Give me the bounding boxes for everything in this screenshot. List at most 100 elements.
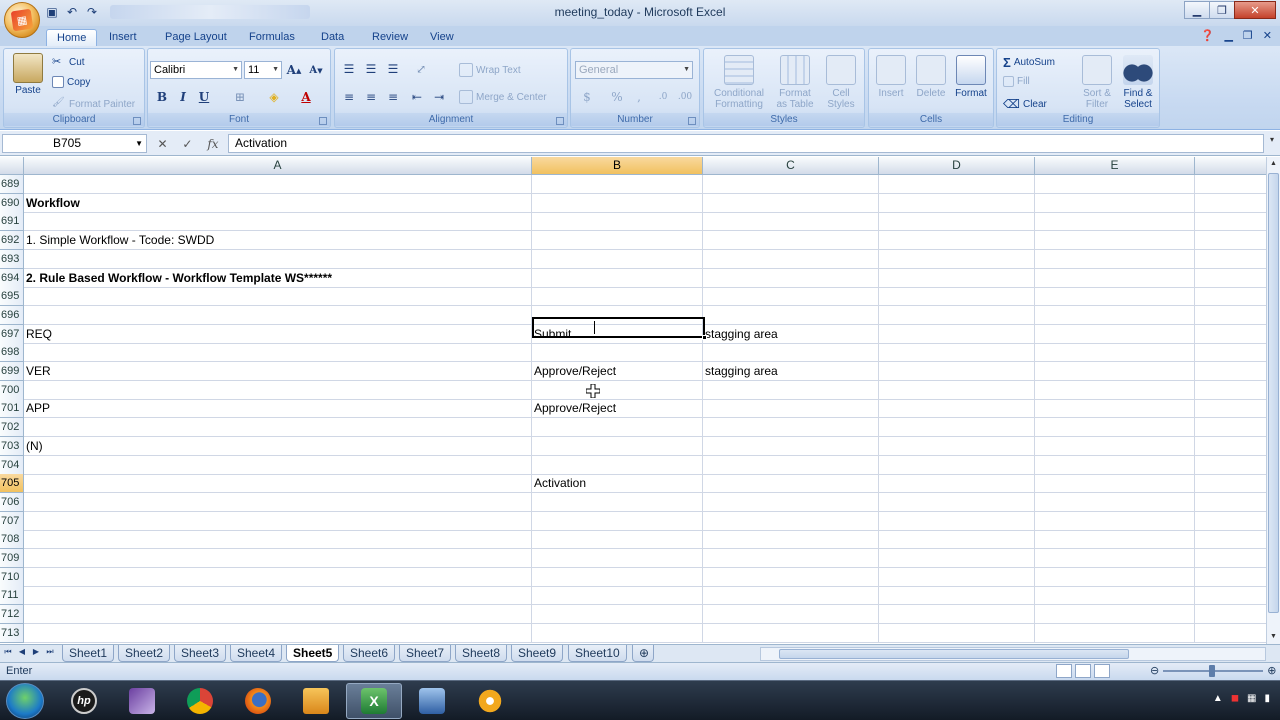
cell-a[interactable]: 1. Simple Workflow - Tcode: SWDD: [24, 231, 532, 251]
cell-empty[interactable]: [879, 343, 1035, 363]
cell-empty[interactable]: [1035, 249, 1195, 269]
horizontal-scrollbar[interactable]: [760, 647, 1266, 661]
cell-c[interactable]: [703, 436, 879, 456]
cell-b[interactable]: [532, 492, 703, 512]
cell-empty[interactable]: [879, 436, 1035, 456]
cell-c[interactable]: [703, 623, 879, 643]
cell-empty[interactable]: [879, 249, 1035, 269]
cell-empty[interactable]: [1035, 567, 1195, 587]
cell-b[interactable]: [532, 268, 703, 288]
cell-empty[interactable]: [879, 530, 1035, 550]
cell-styles-button[interactable]: Cell Styles: [820, 55, 862, 110]
cell-a[interactable]: 2. Rule Based Workflow - Workflow Templa…: [24, 268, 532, 288]
row-header[interactable]: 699: [0, 362, 24, 381]
cancel-entry-icon[interactable]: ✕: [157, 137, 167, 151]
cell-b[interactable]: [532, 175, 703, 194]
cell-a[interactable]: [24, 605, 532, 625]
copy-button[interactable]: Copy: [52, 76, 90, 88]
column-header-a[interactable]: A: [24, 157, 532, 175]
zoom-out-icon[interactable]: ⊖: [1150, 664, 1159, 677]
align-top-icon[interactable]: ☰: [339, 59, 359, 79]
clipboard-launcher-icon[interactable]: [133, 117, 141, 125]
cell-c[interactable]: [703, 455, 879, 475]
taskbar-remote[interactable]: [404, 683, 460, 719]
merge-center-button[interactable]: Merge & Center: [459, 90, 547, 104]
grow-font-icon[interactable]: A ▲: [284, 60, 304, 80]
vertical-scroll-thumb[interactable]: [1268, 173, 1279, 613]
taskbar-media[interactable]: [288, 683, 344, 719]
cell-empty[interactable]: [1035, 474, 1195, 494]
cell-empty[interactable]: [1195, 493, 1266, 512]
tab-view[interactable]: View: [420, 29, 464, 46]
row-header[interactable]: 695: [0, 287, 24, 307]
row-header[interactable]: 692: [0, 231, 24, 251]
row-header[interactable]: 708: [0, 530, 24, 550]
row-header[interactable]: 700: [0, 380, 24, 400]
cell-b[interactable]: Submit: [532, 324, 703, 344]
row-header[interactable]: 705: [0, 474, 24, 494]
paste-button[interactable]: Paste: [8, 53, 48, 96]
cell-empty[interactable]: [1195, 549, 1266, 568]
cell-empty[interactable]: [1195, 568, 1266, 587]
cell-empty[interactable]: [1035, 380, 1195, 400]
zoom-in-icon[interactable]: ⊕: [1267, 664, 1276, 677]
cell-c[interactable]: [703, 212, 879, 232]
italic-button[interactable]: I: [173, 87, 193, 107]
cell-c[interactable]: [703, 399, 879, 419]
sheet-tab-sheet8[interactable]: Sheet8: [455, 645, 508, 662]
borders-icon[interactable]: ⊞: [230, 87, 250, 107]
cell-c[interactable]: [703, 474, 879, 494]
cell-b[interactable]: [532, 249, 703, 269]
column-header-e[interactable]: E: [1035, 157, 1195, 175]
row-header[interactable]: 702: [0, 418, 24, 438]
tab-data[interactable]: Data: [311, 29, 354, 46]
cell-empty[interactable]: [1035, 268, 1195, 288]
cell-b[interactable]: [532, 436, 703, 456]
vertical-scrollbar[interactable]: ▲ ▼: [1266, 157, 1280, 644]
zoom-track[interactable]: [1163, 664, 1264, 677]
cell-empty[interactable]: [1195, 212, 1266, 232]
taskbar-firefox[interactable]: [230, 683, 286, 719]
scroll-up-icon[interactable]: ▲: [1267, 157, 1280, 171]
cell-empty[interactable]: [1195, 362, 1266, 381]
cell-empty[interactable]: [1195, 474, 1266, 494]
cell-c[interactable]: [703, 605, 879, 625]
cell-b[interactable]: [532, 343, 703, 363]
row-header[interactable]: 691: [0, 212, 24, 232]
cell-empty[interactable]: [879, 231, 1035, 251]
cell-empty[interactable]: [1195, 399, 1266, 419]
cell-c[interactable]: [703, 231, 879, 251]
cell-a[interactable]: VER: [24, 362, 532, 381]
conditional-formatting-button[interactable]: Conditional Formatting: [708, 55, 770, 110]
taskbar-hp[interactable]: hp: [56, 683, 112, 719]
cell-a[interactable]: Workflow: [24, 193, 532, 213]
cell-empty[interactable]: [1035, 324, 1195, 344]
spreadsheet-grid[interactable]: A B C D E 689 690 Workflow 691 692 1. Simple Workf…: [0, 157, 1266, 644]
cell-empty[interactable]: [1035, 212, 1195, 232]
alignment-launcher-icon[interactable]: [556, 117, 564, 125]
cell-empty[interactable]: [1195, 418, 1266, 438]
cell-empty[interactable]: [879, 418, 1035, 438]
insert-cells-button[interactable]: Insert: [871, 55, 911, 99]
align-right-icon[interactable]: ≡: [383, 87, 403, 107]
cell-b[interactable]: [532, 380, 703, 400]
comma-icon[interactable]: ,: [629, 87, 649, 107]
font-launcher-icon[interactable]: [319, 117, 327, 125]
cell-empty[interactable]: [1035, 511, 1195, 531]
sheet-tab-sheet1[interactable]: Sheet1: [62, 645, 115, 662]
orientation-icon[interactable]: ⤢: [411, 59, 431, 79]
row-header[interactable]: 713: [0, 623, 24, 643]
font-size-select[interactable]: 11 ▼: [244, 61, 282, 79]
cell-empty[interactable]: [1195, 231, 1266, 251]
increase-indent-icon[interactable]: ⇥: [429, 87, 449, 107]
column-header-b[interactable]: B: [532, 157, 703, 175]
sheet-tab-sheet7[interactable]: Sheet7: [399, 645, 452, 662]
cell-c[interactable]: [703, 418, 879, 438]
cell-c[interactable]: [703, 549, 879, 568]
decrease-decimal-icon[interactable]: .00: [675, 87, 695, 107]
cell-empty[interactable]: [879, 324, 1035, 344]
signal-icon[interactable]: ▮: [1264, 693, 1270, 704]
cell-a[interactable]: [24, 511, 532, 531]
sheet-tab-sheet9[interactable]: Sheet9: [511, 645, 564, 662]
cell-empty[interactable]: [879, 305, 1035, 325]
